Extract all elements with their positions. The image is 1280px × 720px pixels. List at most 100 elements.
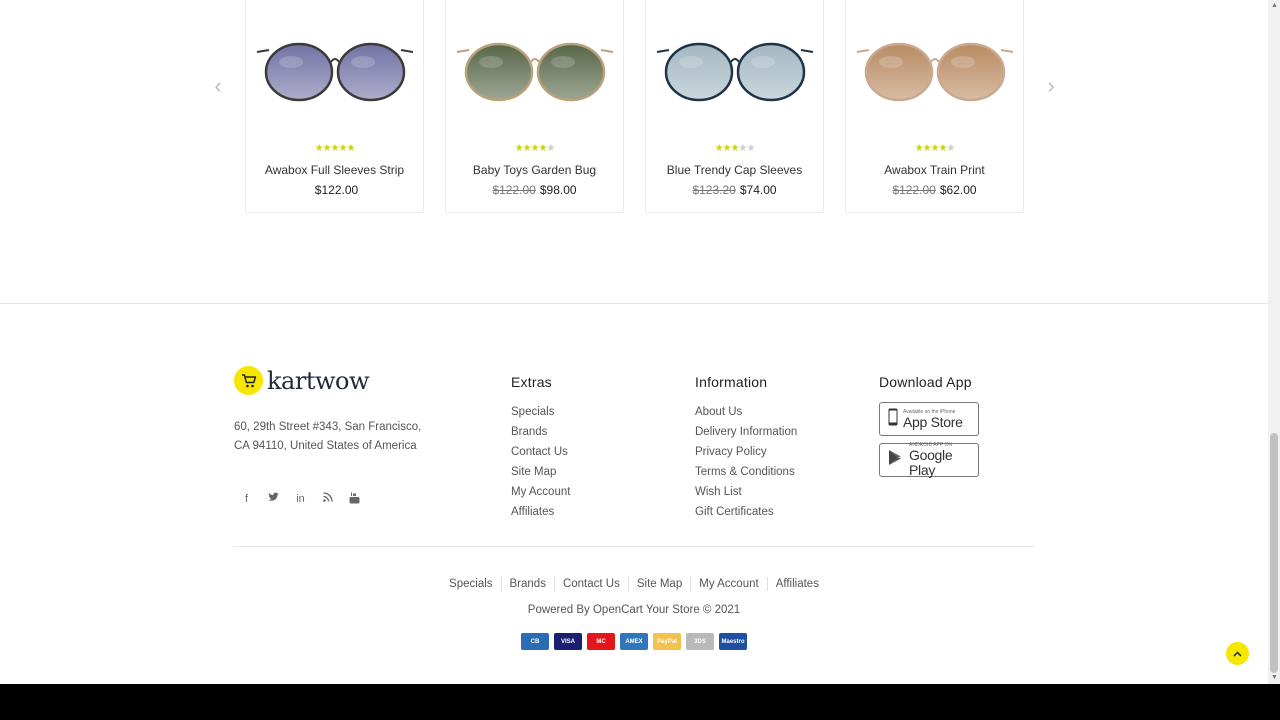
payment-cb-icon: CB: [521, 633, 549, 650]
information-link[interactable]: Delivery Information: [695, 422, 797, 442]
logo-text: kartwow: [267, 366, 370, 395]
product-cards: ★★★★★ Awabox Full Sleeves Strip $122.00 …: [245, 0, 1024, 213]
star-filled-icon: ★: [714, 143, 724, 154]
product-rating: ★★★★★: [446, 143, 623, 155]
information-column: Information About Us Delivery Informatio…: [695, 374, 797, 522]
scroll-down-icon[interactable]: ▼: [1271, 674, 1278, 681]
product-card[interactable]: ★★★★★ Blue Trendy Cap Sleeves $123.20 $74…: [645, 0, 824, 213]
bottom-link[interactable]: Site Map: [627, 577, 690, 591]
product-card[interactable]: ★★★★★ Awabox Full Sleeves Strip $122.00: [245, 0, 424, 213]
product-name[interactable]: Baby Toys Garden Bug: [446, 163, 623, 177]
bottom-link[interactable]: Specials: [441, 577, 500, 591]
product-card[interactable]: ★★★★★ Awabox Train Print $122.00 $62.00: [845, 0, 1024, 213]
information-link[interactable]: Wish List: [695, 482, 797, 502]
cart-icon: [234, 366, 263, 395]
product-rating: ★★★★★: [646, 143, 823, 155]
app-store-text: App Store: [903, 413, 963, 430]
bottom-link[interactable]: Contact Us: [553, 577, 628, 591]
payment-mc-icon: MC: [587, 633, 615, 650]
product-image[interactable]: [255, 30, 415, 114]
footer-divider: [234, 546, 1035, 547]
google-play-button[interactable]: ANDROID APP ON Google Play: [879, 442, 979, 478]
extras-link[interactable]: Affiliates: [511, 502, 570, 522]
product-image[interactable]: [655, 30, 815, 114]
extras-link[interactable]: Contact Us: [511, 442, 570, 462]
product-old-price: $123.20: [692, 183, 736, 197]
carousel-next-button[interactable]: ›: [1041, 75, 1061, 97]
linkedin-icon[interactable]: in: [294, 492, 307, 506]
extras-link[interactable]: Brands: [511, 422, 570, 442]
payment-visa-icon: VISA: [554, 633, 582, 650]
scroll-up-icon[interactable]: ▲: [1271, 2, 1278, 9]
iphone-icon: [888, 408, 898, 431]
extras-link[interactable]: Site Map: [511, 462, 570, 482]
payment-paypal-icon: PayPal: [653, 633, 681, 650]
social-links: f in: [240, 492, 361, 506]
payment-3ds-icon: 3DS: [686, 633, 714, 650]
product-image[interactable]: [455, 30, 615, 114]
payment-amex-icon: AMEX: [620, 633, 648, 650]
extras-link[interactable]: My Account: [511, 482, 570, 502]
twitter-icon[interactable]: [267, 492, 280, 506]
product-old-price: $122.00: [492, 183, 536, 197]
chevron-up-icon: [1233, 650, 1242, 657]
product-name[interactable]: Blue Trendy Cap Sleeves: [646, 163, 823, 177]
product-rating: ★★★★★: [846, 143, 1023, 155]
site-footer: kartwow 60, 29th Street #343, San Franci…: [0, 303, 1268, 684]
product-price: $122.00 $98.00: [446, 183, 623, 197]
bottom-link[interactable]: Brands: [500, 577, 554, 591]
product-name[interactable]: Awabox Train Print: [846, 163, 1023, 177]
google-play-text: Google Play: [909, 447, 953, 478]
information-link[interactable]: Privacy Policy: [695, 442, 797, 462]
star-empty-icon: ★: [546, 143, 555, 154]
star-empty-icon: ★: [946, 143, 955, 154]
product-image[interactable]: [855, 30, 1015, 114]
page-scrollbar[interactable]: ▲ ▼: [1268, 0, 1280, 684]
product-price: $123.20 $74.00: [646, 183, 823, 197]
product-new-price: $98.00: [539, 183, 577, 197]
payment-maestro-icon: Maestro: [719, 633, 747, 650]
facebook-icon[interactable]: f: [240, 492, 253, 506]
bottom-links: Specials Brands Contact Us Site Map My A…: [0, 577, 1268, 591]
back-to-top-button[interactable]: [1226, 642, 1249, 665]
star-filled-icon: ★: [914, 143, 924, 154]
bottom-link[interactable]: Affiliates: [766, 577, 827, 591]
app-store-button[interactable]: Available on the iPhone App Store: [879, 402, 979, 436]
product-price: $122.00: [246, 183, 423, 197]
information-link[interactable]: Gift Certificates: [695, 502, 797, 522]
google-play-icon: [888, 449, 904, 471]
extras-link[interactable]: Specials: [511, 402, 570, 422]
information-title: Information: [695, 374, 768, 390]
footer-logo[interactable]: kartwow: [234, 366, 370, 395]
product-name[interactable]: Awabox Full Sleeves Strip: [246, 163, 423, 177]
extras-title: Extras: [511, 374, 552, 390]
download-app-column: Download App Available on the iPhone App…: [879, 374, 979, 484]
product-new-price: $122.00: [314, 183, 359, 197]
taskbar: [0, 684, 1280, 720]
information-link[interactable]: Terms & Conditions: [695, 462, 797, 482]
product-old-price: $122.00: [892, 183, 936, 197]
information-link[interactable]: About Us: [695, 402, 797, 422]
extras-column: Extras Specials Brands Contact Us Site M…: [511, 374, 570, 522]
star-filled-icon: ★: [322, 143, 332, 154]
star-filled-icon: ★: [722, 143, 732, 154]
scrollbar-thumb[interactable]: [1270, 433, 1278, 673]
product-new-price: $74.00: [739, 183, 777, 197]
product-card[interactable]: ★★★★★ Baby Toys Garden Bug $122.00 $98.00: [445, 0, 624, 213]
star-filled-icon: ★: [514, 143, 524, 154]
star-filled-icon: ★: [314, 143, 324, 154]
product-carousel: ‹ ★★★★★ Awabox Full Sleeves Strip $122.0…: [0, 0, 1268, 230]
store-address: 60, 29th Street #343, San Francisco, CA …: [234, 421, 422, 452]
star-filled-icon: ★: [922, 143, 932, 154]
powered-by-text: Powered By OpenCart Your Store © 2021: [527, 604, 741, 616]
youtube-icon[interactable]: [348, 492, 361, 506]
rss-icon[interactable]: [321, 492, 334, 506]
product-rating: ★★★★★: [246, 143, 423, 155]
carousel-prev-button[interactable]: ‹: [208, 75, 228, 97]
star-empty-icon: ★: [746, 143, 755, 154]
download-app-title: Download App: [879, 374, 972, 390]
bottom-link[interactable]: My Account: [690, 577, 766, 591]
star-filled-icon: ★: [522, 143, 532, 154]
product-new-price: $62.00: [939, 183, 977, 197]
star-filled-icon: ★: [346, 143, 355, 154]
